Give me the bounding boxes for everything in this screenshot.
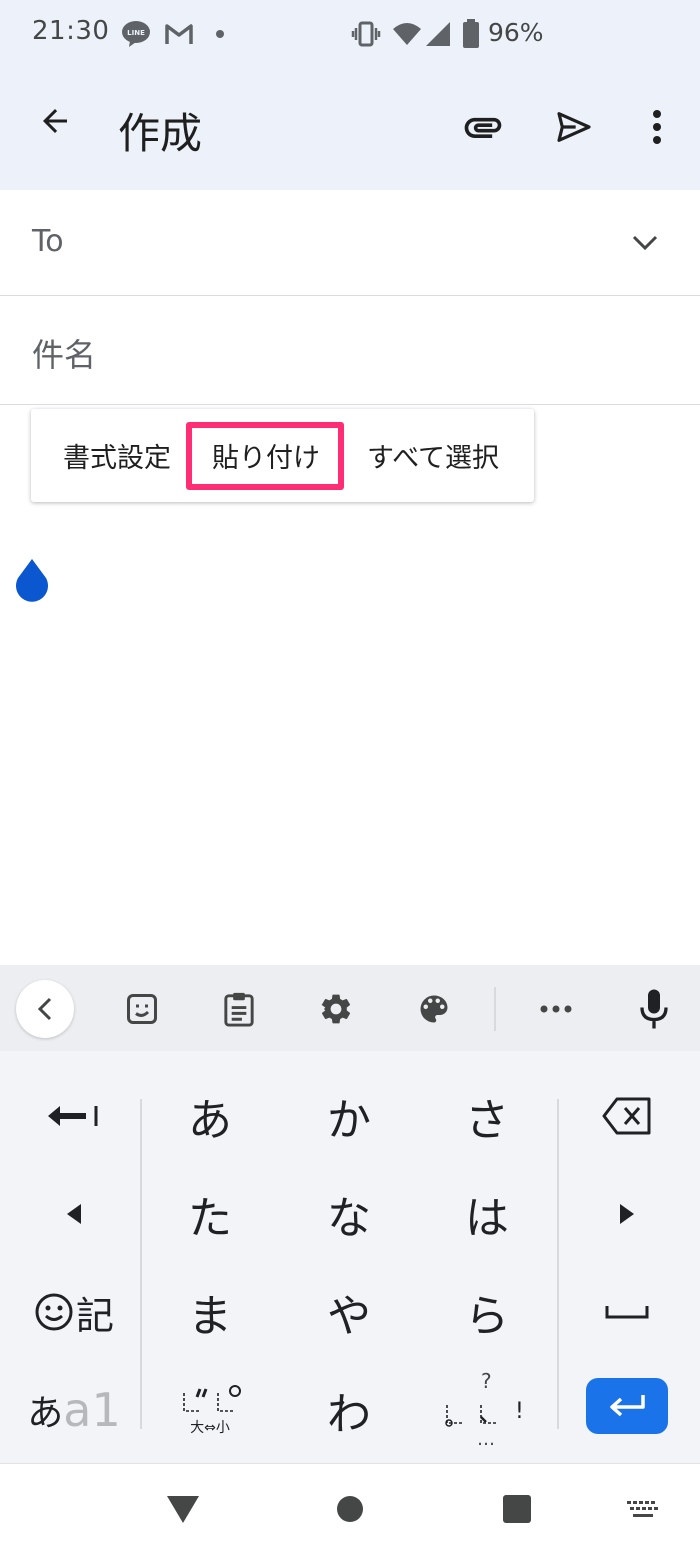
status-time: 21:30 (32, 16, 110, 46)
page-title: 作成 (118, 109, 203, 158)
line-icon: LINE (120, 18, 152, 50)
voice-input-button[interactable] (630, 985, 678, 1033)
system-nav-bar (0, 1463, 700, 1555)
undo-arrow-icon (48, 1106, 98, 1126)
mode-kana-label: あ (27, 1393, 64, 1434)
punctuation-key[interactable]: ? ! … (427, 1365, 547, 1455)
to-label: To (32, 224, 64, 259)
enter-arrow-icon (610, 1395, 645, 1417)
signal-icon (424, 18, 452, 50)
top-app-area: 21:30 LINE 96% 作成 (0, 0, 700, 190)
keyboard-right-divider (557, 1099, 559, 1429)
input-mode-key[interactable]: あ a1 (24, 1365, 124, 1455)
collapse-toolbar-button[interactable] (16, 980, 74, 1038)
key-ka[interactable]: か (289, 1071, 409, 1161)
battery-icon (460, 18, 482, 50)
paperclip-icon (464, 117, 502, 138)
smiley-icon (35, 1293, 73, 1331)
mode-alpha-label: a1 (63, 1383, 121, 1437)
backspace-icon (602, 1097, 651, 1135)
punct-question-label: ? (481, 1369, 492, 1393)
triangle-down-icon (167, 1496, 199, 1523)
space-bar-icon (605, 1306, 649, 1319)
gear-icon (321, 994, 351, 1024)
sticker-button[interactable] (118, 985, 166, 1033)
key-ra[interactable]: ら (427, 1267, 547, 1357)
microphone-icon (640, 989, 668, 1029)
space-key[interactable] (580, 1267, 674, 1357)
arrow-back-icon (43, 109, 67, 133)
triangle-right-icon (620, 1204, 634, 1224)
keyboard-switch-button[interactable] (620, 1490, 666, 1530)
vibrate-icon (350, 18, 382, 50)
cursor-right-key[interactable] (580, 1169, 674, 1259)
back-button[interactable] (26, 92, 84, 150)
keyboard: 記 あ a1 あ か さ た な は ま や ら 大⇔小 わ ? ! … (0, 1051, 700, 1463)
text-cursor-handle[interactable] (12, 558, 52, 610)
dakuten-key[interactable]: 大⇔小 (150, 1365, 270, 1455)
punctuation-icon (445, 1405, 497, 1427)
more-tools-button[interactable] (532, 985, 580, 1033)
palette-icon (420, 995, 448, 1023)
key-ta[interactable]: た (150, 1169, 270, 1259)
triangle-left-icon (67, 1204, 81, 1224)
send-button[interactable] (545, 98, 603, 156)
punct-ellipsis-label: … (477, 1429, 495, 1450)
nav-home-button[interactable] (325, 1484, 375, 1534)
clipboard-button[interactable] (215, 985, 263, 1033)
format-menu-item[interactable]: 書式設定 (47, 409, 187, 502)
theme-button[interactable] (410, 985, 458, 1033)
cursor-left-key[interactable] (24, 1169, 124, 1259)
circle-home-icon (337, 1496, 363, 1522)
status-bar: 21:30 LINE 96% (0, 0, 700, 70)
key-ya[interactable]: や (289, 1267, 409, 1357)
key-a[interactable]: あ (150, 1071, 270, 1161)
square-recents-icon (503, 1495, 531, 1523)
emoji-key-label: 記 (75, 1293, 114, 1338)
nav-back-button[interactable] (158, 1484, 208, 1534)
backspace-key[interactable] (580, 1071, 674, 1161)
subject-label: 件名 (32, 336, 97, 374)
enter-key[interactable] (586, 1378, 668, 1434)
dot-icon (212, 18, 228, 50)
chevron-down-icon (632, 235, 658, 251)
dakuten-icon (183, 1385, 241, 1412)
key-na[interactable]: な (289, 1169, 409, 1259)
chevron-left-icon (37, 997, 52, 1021)
app-bar: 作成 (0, 70, 700, 190)
gmail-icon (163, 18, 195, 50)
keyboard-icon (627, 1501, 658, 1517)
nav-recents-button[interactable] (492, 1484, 542, 1534)
keyboard-left-divider (140, 1099, 142, 1429)
select-all-menu-item[interactable]: すべて選択 (353, 409, 513, 502)
send-icon (557, 112, 591, 142)
expand-recipients-button[interactable] (622, 220, 668, 266)
settings-button[interactable] (312, 985, 360, 1033)
dakuten-sub-label: 大⇔小 (190, 1420, 230, 1436)
paste-highlight-box (186, 422, 344, 490)
attach-button[interactable] (454, 98, 512, 156)
key-sa[interactable]: さ (427, 1071, 547, 1161)
toolbar-divider (494, 987, 496, 1031)
wifi-icon (392, 18, 422, 50)
key-ma[interactable]: ま (150, 1267, 270, 1357)
svg-text:LINE: LINE (127, 29, 145, 37)
emoji-symbol-key[interactable]: 記 (24, 1267, 124, 1357)
sticker-icon (127, 994, 157, 1024)
subject-field[interactable]: 件名 (0, 296, 700, 405)
context-menu: 書式設定 貼り付け すべて選択 (31, 409, 534, 502)
key-wa[interactable]: わ (289, 1365, 409, 1455)
to-field[interactable]: To (0, 190, 700, 296)
clipboard-icon (224, 992, 254, 1027)
punct-exclaim-label: ! (515, 1399, 524, 1424)
keyboard-toolbar (0, 965, 700, 1051)
undo-key[interactable] (24, 1071, 124, 1161)
battery-percent: 96% (488, 18, 544, 47)
key-ha[interactable]: は (427, 1169, 547, 1259)
more-options-button[interactable] (632, 98, 682, 156)
more-vert-icon (653, 110, 661, 144)
more-horiz-icon (540, 1005, 572, 1013)
